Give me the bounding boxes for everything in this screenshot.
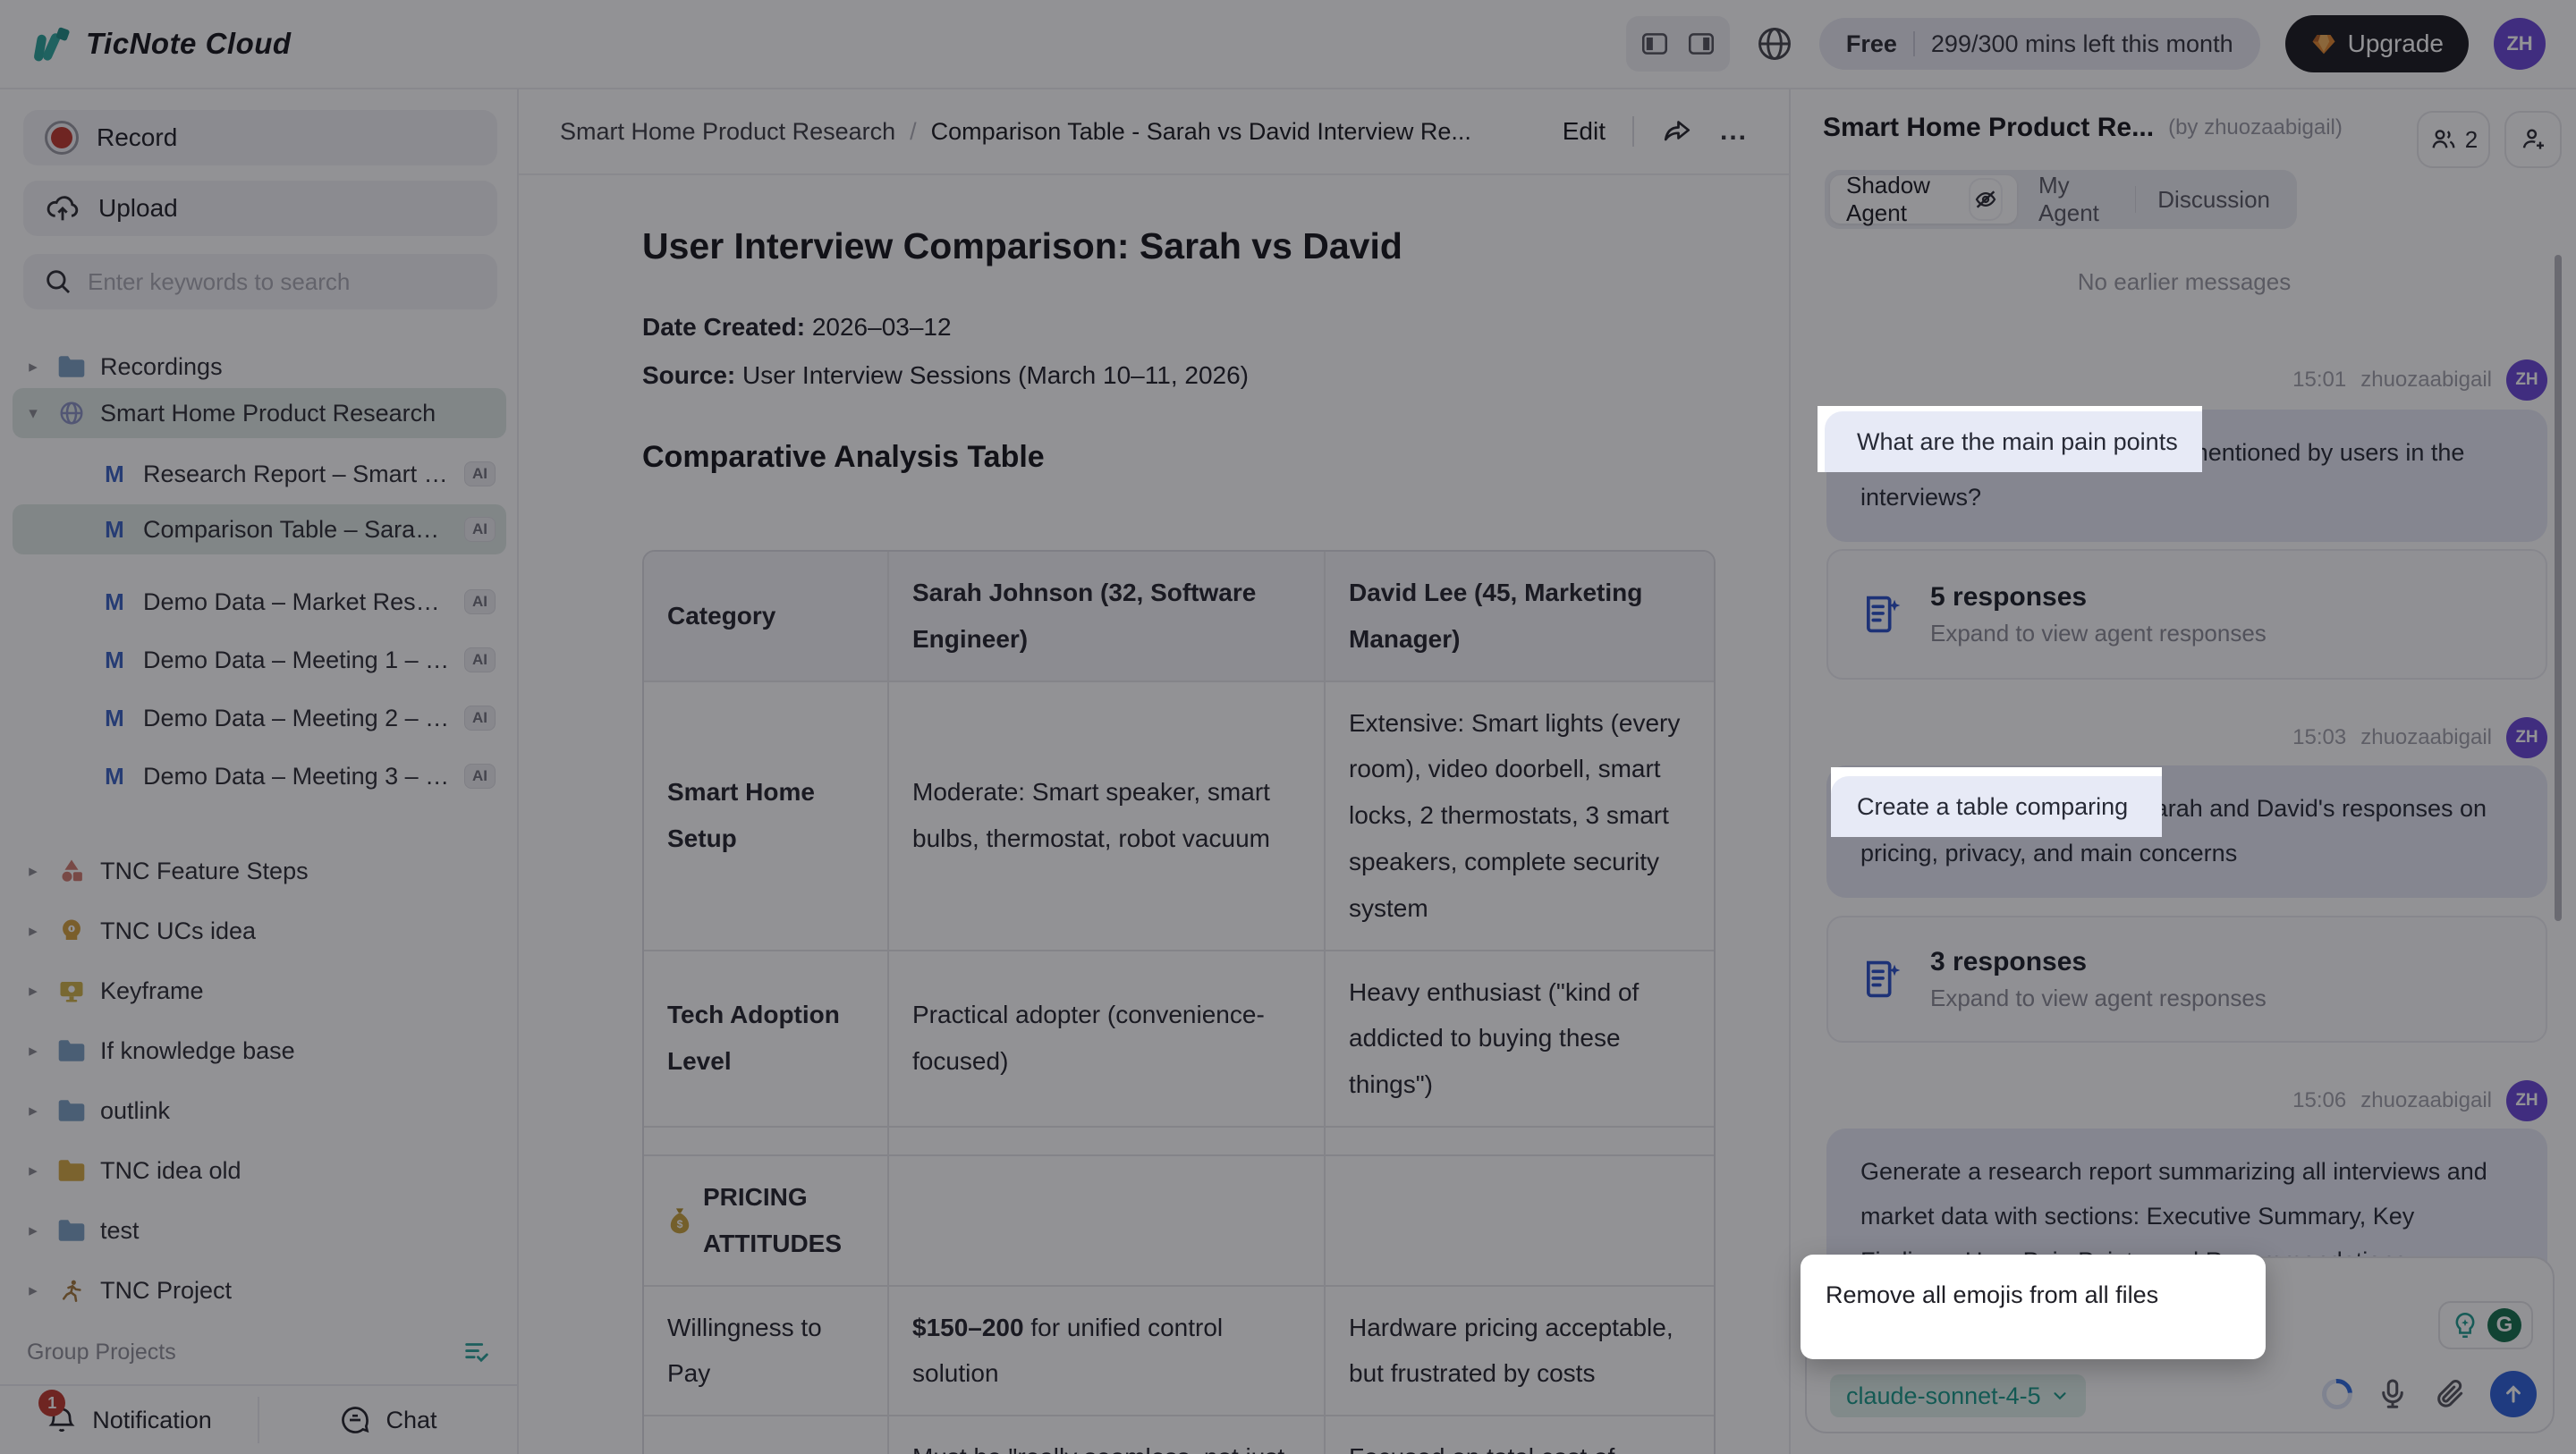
tutorial-dim-overlay bbox=[0, 0, 2576, 1454]
highlighted-text: Create a table comparing bbox=[1857, 793, 2128, 821]
highlighted-text: What are the main pain points bbox=[1857, 428, 2178, 456]
tutorial-tooltip: Remove all emojis from all files bbox=[1801, 1255, 2266, 1359]
tooltip-text: Remove all emojis from all files bbox=[1826, 1281, 2158, 1308]
spotlight-highlight-create-table: Create a table comparing bbox=[1831, 767, 2162, 837]
spotlight-highlight-pain-points: What are the main pain points bbox=[1818, 406, 2202, 472]
ticnote-cloud-app: TicNote Cloud bbox=[0, 0, 2576, 1454]
